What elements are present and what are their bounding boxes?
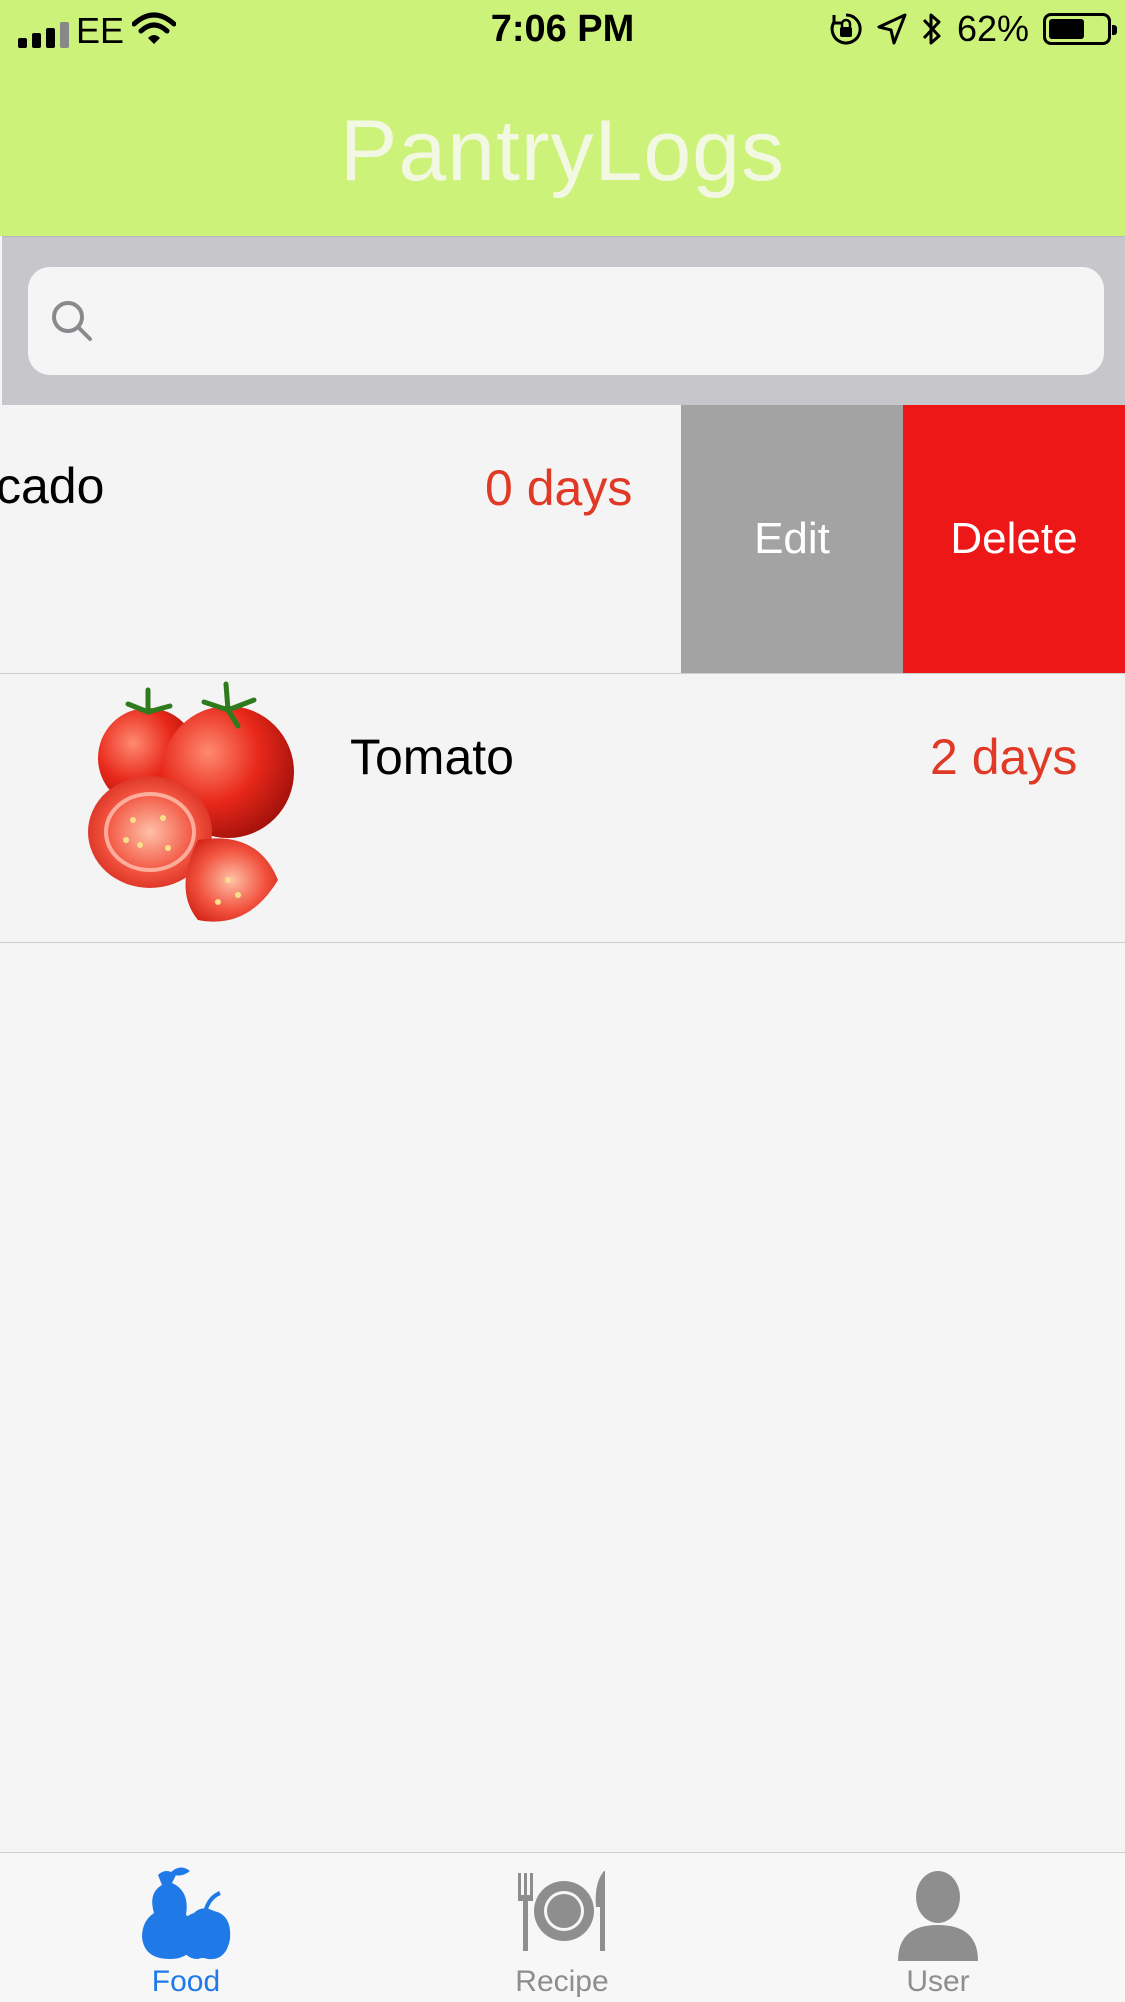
battery-percent: 62% xyxy=(956,8,1029,49)
rotation-lock-icon xyxy=(830,13,862,45)
tab-recipe[interactable]: Recipe xyxy=(462,1853,662,2002)
search-field[interactable] xyxy=(28,267,1104,375)
tab-bar: Food Recipe User xyxy=(0,1852,1125,2002)
list-item[interactable]: cado 0 days Edit Delete xyxy=(0,405,1125,674)
tab-user[interactable]: User xyxy=(838,1853,1038,2002)
edit-button[interactable]: Edit xyxy=(681,405,903,673)
days-remaining: 0 days xyxy=(485,460,633,516)
tab-user-label: User xyxy=(906,1965,970,1998)
food-name: cado xyxy=(0,458,105,514)
search-input[interactable] xyxy=(118,287,1082,357)
status-bar: EE 7:06 PM 62% xyxy=(0,0,1125,62)
tab-food-label: Food xyxy=(151,1965,221,1998)
tab-recipe-label: Recipe xyxy=(515,1965,609,1998)
list-item[interactable]: Tomato 2 days xyxy=(0,674,1125,943)
bluetooth-icon xyxy=(922,13,941,45)
status-right: 62% xyxy=(829,8,1117,50)
search-icon xyxy=(52,301,92,341)
page-title: PantryLogs xyxy=(339,103,786,199)
delete-button[interactable]: Delete xyxy=(903,405,1125,673)
days-remaining: 2 days xyxy=(930,729,1078,785)
food-name: Tomato xyxy=(350,729,514,785)
tab-food[interactable]: Food xyxy=(86,1853,286,2002)
battery-fill xyxy=(1049,19,1084,39)
user-icon xyxy=(898,1871,978,1961)
battery-icon xyxy=(1043,13,1117,45)
search-bar xyxy=(2,236,1125,405)
recipe-icon xyxy=(518,1871,605,1951)
food-icon xyxy=(142,1867,231,1960)
location-icon xyxy=(877,13,907,45)
top-bar: EE 7:06 PM 62% PantryLogs xyxy=(0,0,1125,236)
tomato-image xyxy=(88,681,294,922)
